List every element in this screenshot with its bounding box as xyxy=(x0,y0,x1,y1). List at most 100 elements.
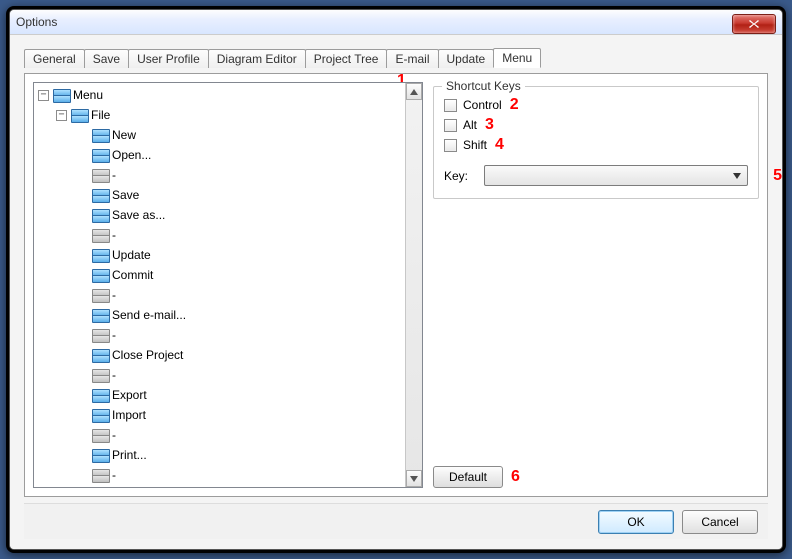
group-label: Shortcut Keys xyxy=(442,79,525,93)
annotation-2: 2 xyxy=(510,96,519,114)
tree-row[interactable]: Save xyxy=(36,185,405,205)
tree-row[interactable]: Save as... xyxy=(36,205,405,225)
tree-label: Open... xyxy=(112,148,151,162)
annotation-5: 5 xyxy=(773,167,782,185)
menu-item-icon xyxy=(92,348,108,362)
tree-label: - xyxy=(112,288,116,302)
tree-row[interactable]: - xyxy=(36,425,405,445)
tree-row[interactable]: Commit xyxy=(36,265,405,285)
tab-general[interactable]: General xyxy=(24,49,85,68)
tree-row-file[interactable]: − File xyxy=(36,105,405,125)
tree-row[interactable]: Import xyxy=(36,405,405,425)
options-dialog: Options General Save User Profile Diagra… xyxy=(9,9,783,550)
tree-label: Update xyxy=(112,248,151,262)
separator-icon xyxy=(92,328,108,342)
menu-tree[interactable]: − Menu − File New Open... - Save Save as... -… xyxy=(33,82,423,488)
tree-row[interactable]: Send e-mail... xyxy=(36,305,405,325)
close-button[interactable] xyxy=(732,14,776,34)
shift-checkbox[interactable] xyxy=(444,139,457,152)
scroll-up-button[interactable] xyxy=(406,83,422,100)
default-button[interactable]: Default xyxy=(433,466,503,488)
tab-project-tree[interactable]: Project Tree xyxy=(305,49,388,68)
tab-panel: 1 − Menu − File NewOpen...-SaveSave as..… xyxy=(24,73,768,497)
tree-label: Export xyxy=(112,388,147,402)
tree-row[interactable]: - xyxy=(36,325,405,345)
tab-menu[interactable]: Menu xyxy=(493,48,541,68)
shift-label: Shift xyxy=(463,138,487,152)
alt-label: Alt xyxy=(463,118,477,132)
tree-label: File xyxy=(91,108,110,122)
separator-icon xyxy=(92,168,108,182)
tree-row-menu[interactable]: − Menu xyxy=(36,85,405,105)
key-label: Key: xyxy=(444,169,468,183)
tree-label: Print... xyxy=(112,448,147,462)
tree-row[interactable]: Print... xyxy=(36,445,405,465)
tree-label: - xyxy=(112,168,116,182)
cancel-button[interactable]: Cancel xyxy=(682,510,758,534)
tab-email[interactable]: E-mail xyxy=(386,49,438,68)
control-label: Control xyxy=(463,98,502,112)
tree-row[interactable]: - xyxy=(36,225,405,245)
tree-row[interactable]: - xyxy=(36,365,405,385)
annotation-4: 4 xyxy=(495,136,504,154)
alt-checkbox[interactable] xyxy=(444,119,457,132)
tree-label: Save xyxy=(112,188,139,202)
tree-row[interactable]: - xyxy=(36,285,405,305)
tree-row[interactable]: Update xyxy=(36,245,405,265)
separator-icon xyxy=(92,468,108,482)
tree-label: - xyxy=(112,328,116,342)
tree-label: - xyxy=(112,468,116,482)
tree-label: Close Project xyxy=(112,348,183,362)
titlebar[interactable]: Options xyxy=(10,10,782,35)
tab-user-profile[interactable]: User Profile xyxy=(128,49,209,68)
scroll-down-button[interactable] xyxy=(406,470,422,487)
tree-row[interactable]: Close Project xyxy=(36,345,405,365)
tree-label: Import xyxy=(112,408,146,422)
menu-item-icon xyxy=(92,248,108,262)
ok-button[interactable]: OK xyxy=(598,510,674,534)
tab-strip: General Save User Profile Diagram Editor… xyxy=(24,45,768,67)
tree-label: New xyxy=(112,128,136,142)
chevron-up-icon xyxy=(410,89,418,95)
window-title: Options xyxy=(16,15,57,29)
tree-row[interactable]: Open... xyxy=(36,145,405,165)
menu-item-icon xyxy=(92,308,108,322)
scroll-track[interactable] xyxy=(406,100,422,470)
menu-item-icon xyxy=(92,388,108,402)
separator-icon xyxy=(92,428,108,442)
tree-label: Send e-mail... xyxy=(112,308,186,322)
file-folder-icon xyxy=(71,108,87,122)
collapse-icon[interactable]: − xyxy=(38,90,49,101)
tree-label: - xyxy=(112,428,116,442)
chevron-down-icon xyxy=(410,476,418,482)
tree-label: Save as... xyxy=(112,208,165,222)
key-combobox[interactable] xyxy=(484,165,748,186)
tree-row[interactable]: - xyxy=(36,165,405,185)
control-checkbox[interactable] xyxy=(444,99,457,112)
annotation-3: 3 xyxy=(485,116,494,134)
shortcut-keys-group: Shortcut Keys Control 2 Alt 3 Shift xyxy=(433,86,759,199)
menu-folder-icon xyxy=(53,88,69,102)
close-icon xyxy=(748,19,760,29)
tree-label: - xyxy=(112,228,116,242)
annotation-6: 6 xyxy=(511,468,520,486)
menu-item-icon xyxy=(92,128,108,142)
tree-label: Menu xyxy=(73,88,103,102)
separator-icon xyxy=(92,228,108,242)
tree-scrollbar[interactable] xyxy=(405,83,422,487)
collapse-icon[interactable]: − xyxy=(56,110,67,121)
tab-update[interactable]: Update xyxy=(438,49,495,68)
tab-save[interactable]: Save xyxy=(84,49,129,68)
tree-row[interactable]: - xyxy=(36,465,405,485)
menu-item-icon xyxy=(92,268,108,282)
menu-item-icon xyxy=(92,448,108,462)
menu-item-icon xyxy=(92,148,108,162)
menu-item-icon xyxy=(92,208,108,222)
tree-label: - xyxy=(112,368,116,382)
separator-icon xyxy=(92,368,108,382)
menu-item-icon xyxy=(92,188,108,202)
tree-row[interactable]: New xyxy=(36,125,405,145)
tree-row[interactable]: Export xyxy=(36,385,405,405)
separator-icon xyxy=(92,288,108,302)
tab-diagram-editor[interactable]: Diagram Editor xyxy=(208,49,306,68)
